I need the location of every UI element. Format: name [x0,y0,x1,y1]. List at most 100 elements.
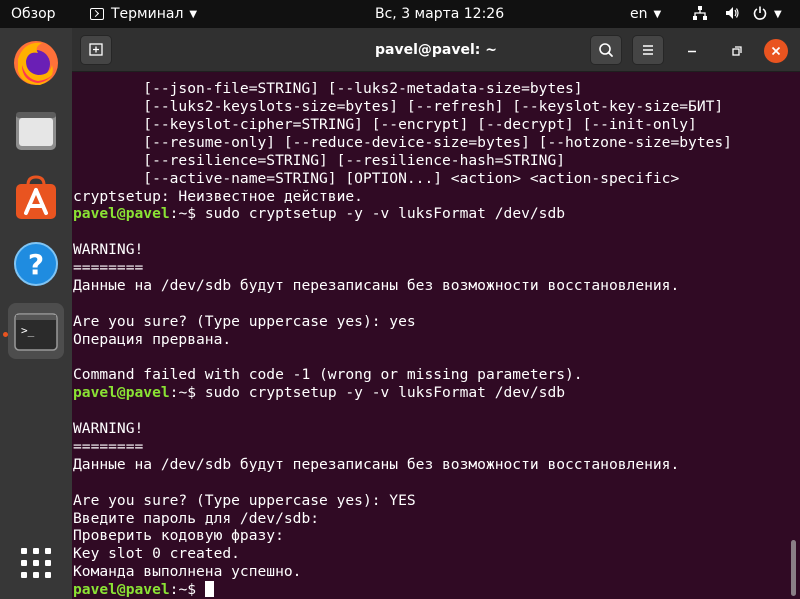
prompt-user-host: pavel@pavel [73,384,170,402]
prompt-path: :~$ [169,205,205,223]
dock: ? >_ [0,28,72,599]
terminal-line: Command failed with code -1 (wrong or mi… [73,366,788,384]
line-text: Проверить кодовую фразу: [73,527,284,545]
terminal-line: [--keyslot-cipher=STRING] [--encrypt] [-… [73,116,788,134]
terminal-line: Key slot 0 created. [73,545,788,563]
line-text: sudo cryptsetup -y -v luksFormat /dev/sd… [204,384,566,402]
keyboard-layout-label: en [630,6,648,22]
line-text: Команда выполнена успешно. [73,563,302,581]
terminal-line: Are you sure? (Type uppercase yes): YES [73,492,788,510]
terminal-line: [--active-name=STRING] [OPTION...] <acti… [73,170,788,188]
dock-item-help[interactable]: ? [8,236,64,292]
new-tab-button[interactable] [80,35,112,65]
line-text: Are you sure? (Type uppercase yes): yes [73,312,416,330]
line-text: [--resilience=STRING] [--resilience-hash… [73,151,566,169]
volume-icon[interactable] [724,0,740,28]
line-text: ======== [73,259,144,277]
restore-icon [732,46,742,56]
software-store-icon [16,175,56,219]
dock-item-software[interactable] [8,169,64,225]
menu-button[interactable] [632,35,664,65]
app-name: Терминал [111,6,184,22]
help-icon: ? [14,242,58,286]
minimize-button[interactable] [680,39,704,63]
line-text: [--active-name=STRING] [OPTION...] <acti… [73,169,680,187]
close-button[interactable] [764,39,788,63]
terminal-line: Данные на /dev/sdb будут перезаписаны бе… [73,456,788,474]
terminal-output[interactable]: [--json-file=STRING] [--luks2-metadata-s… [72,72,792,599]
terminal-line: Данные на /dev/sdb будут перезаписаны бе… [73,277,788,295]
terminal-line: WARNING! [73,241,788,259]
chevron-down-icon: ▼ [653,9,662,20]
running-indicator [3,332,8,337]
line-text: WARNING! [73,241,144,259]
prompt-user-host: pavel@pavel [73,581,170,599]
line-text: [--json-file=STRING] [--luks2-metadata-s… [73,80,583,98]
line-text: Данные на /dev/sdb будут перезаписаны бе… [73,276,680,294]
terminal-line: ======== [73,259,788,277]
keyboard-layout-menu[interactable]: en ▼ [630,0,661,28]
firefox-icon [14,41,58,85]
prompt-path: :~$ [169,384,205,402]
prompt-path: :~$ [169,581,205,599]
svg-text:?: ? [28,248,44,281]
terminal-line: [--resume-only] [--reduce-device-size=by… [73,134,788,152]
terminal-line: cryptsetup: Неизвестное действие. [73,188,788,206]
new-tab-icon [89,43,103,56]
line-text: sudo cryptsetup -y -v luksFormat /dev/sd… [204,205,566,223]
search-icon [599,43,613,57]
terminal-line: [--luks2-keyslots-size=bytes] [--refresh… [73,98,788,116]
activities-button[interactable]: Обзор [11,0,56,28]
terminal-line: Are you sure? (Type uppercase yes): yes [73,313,788,331]
line-text: [--keyslot-cipher=STRING] [--encrypt] [-… [73,115,697,133]
line-text: Введите пароль для /dev/sdb: [73,509,320,527]
clock[interactable]: Вс, 3 марта 12:26 [375,0,504,28]
chevron-down-icon: ▼ [774,9,782,20]
top-bar: Обзор Терминал ▼ Вс, 3 марта 12:26 en ▼ ▼ [0,0,800,28]
minimize-icon [688,50,696,53]
app-menu[interactable]: Терминал ▼ [90,0,197,28]
network-icon[interactable] [692,0,708,28]
terminal-app-icon [90,8,104,20]
terminal-line: WARNING! [73,420,788,438]
terminal-line: [--json-file=STRING] [--luks2-metadata-s… [73,80,788,98]
terminal-line: Операция прервана. [73,331,788,349]
system-menu[interactable]: ▼ [752,0,782,28]
dock-item-files[interactable] [8,102,64,158]
terminal-line: Проверить кодовую фразу: [73,527,788,545]
line-text: cryptsetup: Неизвестное действие. [73,187,363,205]
line-text: Command failed with code -1 (wrong or mi… [73,366,583,384]
line-text: WARNING! [73,420,144,438]
terminal-prompt-line: pavel@pavel:~$ sudo cryptsetup -y -v luk… [73,205,788,223]
terminal-line: Введите пароль для /dev/sdb: [73,510,788,528]
maximize-button[interactable] [724,39,748,63]
dock-item-firefox[interactable] [8,35,64,91]
show-apps-icon [21,548,51,578]
prompt-user-host: pavel@pavel [73,205,170,223]
power-icon [753,6,767,20]
header-bar: pavel@pavel: ~ [72,28,800,72]
line-text: Key slot 0 created. [73,545,240,563]
terminal-icon: >_ [14,313,58,351]
scrollbar[interactable] [791,540,796,596]
close-icon [771,46,781,56]
line-text: ======== [73,437,144,455]
terminal-line: [--resilience=STRING] [--resilience-hash… [73,152,788,170]
terminal-prompt-line: pavel@pavel:~$ sudo cryptsetup -y -v luk… [73,384,788,402]
terminal-prompt-line: pavel@pavel:~$ [73,581,788,599]
line-text: Операция прервана. [73,330,232,348]
line-text: Are you sure? (Type uppercase yes): YES [73,491,416,509]
line-text: [--resume-only] [--reduce-device-size=by… [73,133,732,151]
dock-item-terminal[interactable]: >_ [8,303,64,359]
show-apps-button[interactable] [8,535,64,591]
terminal-line: Команда выполнена успешно. [73,563,788,581]
search-button[interactable] [590,35,622,65]
hamburger-icon [643,45,653,55]
line-text: Данные на /dev/sdb будут перезаписаны бе… [73,455,680,473]
files-icon [16,112,56,150]
